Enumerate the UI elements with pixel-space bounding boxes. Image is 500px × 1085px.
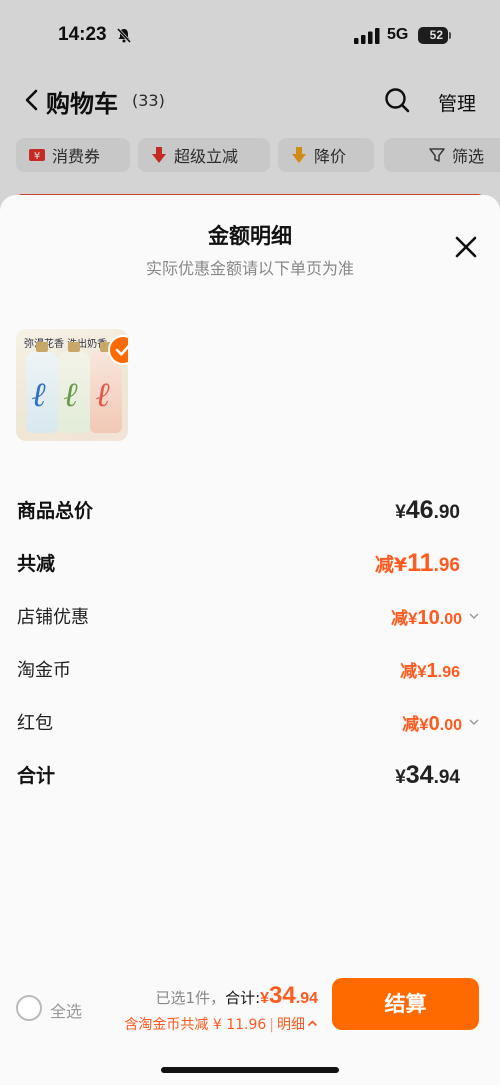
coins-label: 淘金币 bbox=[17, 660, 71, 681]
sheet-subtitle: 实际优惠金额请以下单页为准 bbox=[145, 259, 354, 278]
store-discount-value[interactable]: 减¥10.00 bbox=[391, 604, 480, 630]
home-indicator bbox=[161, 1067, 339, 1073]
grand-total-value: ¥34.94 bbox=[395, 761, 460, 789]
bottle-green: ℓ bbox=[58, 342, 90, 433]
subtotal-label: 商品总价 bbox=[17, 500, 94, 522]
detail-toggle[interactable]: 明细 bbox=[277, 1017, 305, 1033]
bottle-blue: ℓ bbox=[26, 342, 58, 433]
discount-text: 含淘金币共减 ¥ 11.96 bbox=[124, 1017, 267, 1033]
discount-summary[interactable]: 含淘金币共减 ¥ 11.96 | 明细 bbox=[124, 1014, 318, 1034]
total-discount-value: 减¥11.96 bbox=[374, 549, 460, 577]
store-discount-label: 店铺优惠 bbox=[17, 607, 89, 628]
bottom-total-value: ¥34.94 bbox=[260, 982, 318, 1009]
product-thumbnail[interactable]: 弥漫花香 洗出奶香 ℓ ℓ ℓ bbox=[16, 329, 128, 441]
selected-count: 已选1件， bbox=[155, 989, 226, 1007]
checkout-bar: 全选 已选1件，合计:¥34.94 含淘金币共减 ¥ 11.96 | 明细 结算 bbox=[0, 970, 500, 1085]
checkout-button[interactable]: 结算 bbox=[332, 978, 479, 1030]
price-detail-sheet: 金额明细 实际优惠金额请以下单页为准 弥漫花香 洗出奶香 ℓ ℓ ℓ 商品总价 … bbox=[0, 195, 500, 1085]
chevron-down-icon bbox=[469, 719, 479, 725]
red-packet-label: 红包 bbox=[17, 713, 53, 734]
chevron-down-icon bbox=[469, 613, 479, 619]
chevron-up-icon bbox=[307, 1020, 318, 1027]
total-discount-label: 共减 bbox=[17, 553, 56, 575]
select-all-label[interactable]: 全选 bbox=[50, 998, 82, 1022]
coins-value: 减¥1.96 bbox=[400, 660, 460, 682]
order-summary: 已选1件，合计:¥34.94 bbox=[156, 982, 318, 1010]
red-packet-value[interactable]: 减¥0.00 bbox=[402, 710, 480, 736]
sheet-title: 金额明细 bbox=[208, 224, 292, 248]
subtotal-value: ¥46.90 bbox=[395, 496, 460, 524]
grand-total-label: 合计 bbox=[17, 765, 56, 787]
close-icon[interactable] bbox=[452, 233, 480, 261]
total-label: 合计: bbox=[225, 989, 261, 1007]
select-all-radio[interactable] bbox=[16, 995, 42, 1021]
